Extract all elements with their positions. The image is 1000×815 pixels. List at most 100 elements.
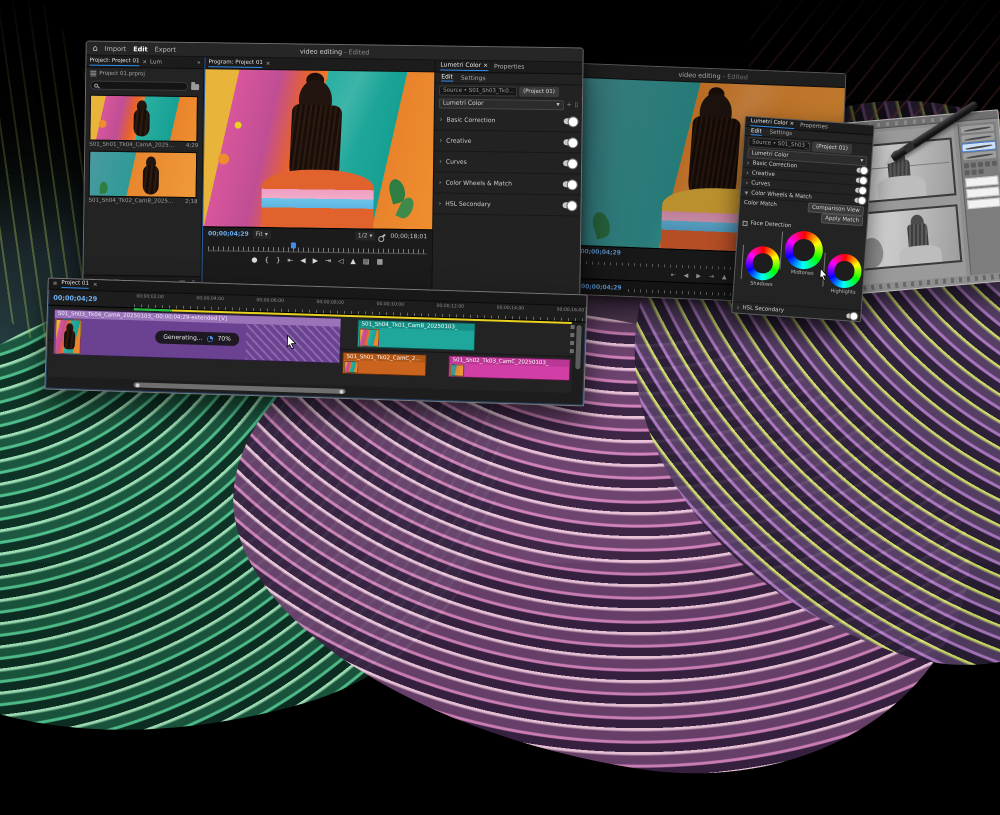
menu-edit[interactable]: Edit <box>133 45 148 53</box>
layer-swatch[interactable] <box>965 176 999 188</box>
effect-dropdown[interactable]: Lumetri Color ▾ <box>439 98 564 110</box>
playback-resolution-dropdown[interactable]: 1/2 ▾ <box>355 231 376 240</box>
folder-icon[interactable] <box>191 84 199 90</box>
toggle-switch[interactable] <box>856 168 866 174</box>
program-video[interactable] <box>203 69 434 230</box>
tab-lumetri-color[interactable]: Lumetri Color × <box>440 61 488 71</box>
go-to-in-button[interactable]: ⇤ <box>287 256 293 264</box>
add-effect-icon[interactable]: + <box>567 101 572 108</box>
midtones-slider[interactable] <box>779 232 783 270</box>
step-back-button[interactable]: ◀ <box>300 257 306 265</box>
mark-out-button[interactable]: } <box>276 256 281 264</box>
clip-magenta[interactable]: S01_Sh02_Tk03_CamC_20250103_ <box>448 355 571 381</box>
extract-button[interactable]: ▤ <box>363 257 370 265</box>
toggle-switch[interactable] <box>562 202 575 208</box>
scrollbar-handle[interactable] <box>136 383 140 387</box>
scrollbar-handle[interactable] <box>339 389 343 393</box>
highlights-wheel[interactable] <box>826 253 862 289</box>
go-to-out-button[interactable]: ⇥ <box>325 257 331 265</box>
shadows-slider[interactable] <box>741 245 744 279</box>
clip-teal[interactable]: S01_Sh04_Tk01_CamB_20250103_ <box>357 319 476 351</box>
tab-project[interactable]: Project: Project 01 <box>89 57 139 66</box>
track-control-button[interactable] <box>570 333 574 337</box>
midtones-wheel[interactable] <box>784 230 825 271</box>
clip-orange[interactable]: S01_Sh01_Tk02_CamC_20250103_ <box>342 352 427 377</box>
tool-icon[interactable] <box>985 161 990 166</box>
delete-effect-icon[interactable]: ▯ <box>575 101 578 108</box>
project-segment[interactable]: (Project 01) <box>519 86 559 97</box>
section-creative[interactable]: › Creative <box>434 130 581 153</box>
tool-icon[interactable] <box>992 161 997 166</box>
search-input[interactable] <box>98 81 184 90</box>
close-icon[interactable]: × <box>789 120 794 126</box>
panel-menu-icon[interactable]: ≡ <box>53 281 58 287</box>
section-color-wheels-match[interactable]: › Color Wheels & Match <box>434 172 581 195</box>
menu-export[interactable]: Export <box>155 45 176 53</box>
playhead[interactable] <box>291 242 296 248</box>
settings-wrench-icon[interactable] <box>380 233 387 239</box>
brush-preset[interactable] <box>963 151 996 161</box>
toggle-switch[interactable] <box>854 198 864 204</box>
track-control-button[interactable] <box>570 341 574 345</box>
toggle-switch[interactable] <box>855 188 865 194</box>
fit-dropdown[interactable]: Fit ▾ <box>253 230 271 239</box>
play-around-button[interactable]: ◁ <box>338 257 344 265</box>
layer-swatch[interactable] <box>967 197 1000 209</box>
tool-icon[interactable] <box>971 162 976 167</box>
section-label: Creative <box>446 137 559 146</box>
tool-icon[interactable] <box>964 163 969 168</box>
lift-button[interactable]: ▲ <box>350 257 356 265</box>
toggle-switch[interactable] <box>563 160 576 166</box>
tab-settings[interactable]: Settings <box>461 74 486 81</box>
close-icon[interactable]: × <box>142 59 147 65</box>
tool-icon[interactable] <box>978 162 983 167</box>
layer-swatch[interactable] <box>966 186 1000 198</box>
tool-icon[interactable] <box>971 169 976 174</box>
step-back-button[interactable]: ◀ <box>684 272 689 279</box>
tab-properties[interactable]: Properties <box>494 63 524 70</box>
add-marker-button[interactable]: ● <box>251 256 257 264</box>
tab-settings[interactable]: Settings <box>769 129 792 137</box>
export-frame-button[interactable]: ▦ <box>376 258 383 266</box>
menu-import[interactable]: Import <box>105 44 127 52</box>
toggle-switch[interactable] <box>563 181 576 187</box>
tab-overflow-icon[interactable]: » <box>197 60 200 66</box>
go-to-in-button[interactable]: ⇤ <box>671 271 676 278</box>
project-clip-1[interactable]: S01_Sh01_Tk04_CamA_20250103_ 4;29 <box>89 95 199 150</box>
home-icon[interactable]: ⌂ <box>93 44 98 53</box>
toggle-switch[interactable] <box>563 139 576 145</box>
play-button[interactable]: ▶ <box>696 272 701 279</box>
clip-generating[interactable]: S01_Sh03_Tk04_CamA_20250103_-00;00;04;29… <box>52 309 341 364</box>
close-icon[interactable]: × <box>483 62 488 69</box>
track-control-button[interactable] <box>571 325 575 329</box>
project-clip-2[interactable]: S01_Sh04_Tk02_CamB_20250103_ 2;18 <box>88 151 198 206</box>
toggle-switch[interactable] <box>564 118 577 124</box>
section-basic-correction[interactable]: › Basic Correction <box>435 109 582 132</box>
play-button[interactable]: ▶ <box>313 257 319 265</box>
tool-icon[interactable] <box>964 170 969 175</box>
lift-button[interactable]: ▲ <box>722 273 727 280</box>
section-curves[interactable]: › Curves <box>434 151 581 174</box>
sequence-duration: 00;00;18;01 <box>390 233 427 241</box>
vertical-scrollbar[interactable] <box>575 325 581 369</box>
app-menu: Import Edit Export <box>105 44 176 53</box>
track-control-button[interactable] <box>570 349 574 353</box>
tab-edit[interactable]: Edit <box>751 128 762 136</box>
mark-in-button[interactable]: { <box>264 256 269 264</box>
search-box[interactable] <box>90 81 188 91</box>
source-segment[interactable]: Source • S01_Sh03_Tk0... <box>439 85 517 96</box>
tab-properties[interactable]: Properties <box>800 122 828 130</box>
tab-lumetri-truncated[interactable]: Lum <box>150 59 162 65</box>
toggle-switch[interactable] <box>846 313 856 319</box>
go-to-out-button[interactable]: ⇥ <box>709 273 714 280</box>
shadows-wheel[interactable] <box>745 245 781 281</box>
face-detection-checkbox[interactable] <box>742 220 747 225</box>
tool-icon[interactable] <box>978 169 983 174</box>
tab-sequence[interactable]: Project 01 <box>61 280 89 289</box>
close-icon[interactable]: × <box>93 282 98 288</box>
close-icon[interactable]: × <box>266 61 271 67</box>
tab-program[interactable]: Program: Project 01 <box>208 59 262 68</box>
tab-edit[interactable]: Edit <box>441 74 453 82</box>
toggle-switch[interactable] <box>856 178 866 184</box>
section-hsl-secondary[interactable]: › HSL Secondary <box>433 193 580 216</box>
